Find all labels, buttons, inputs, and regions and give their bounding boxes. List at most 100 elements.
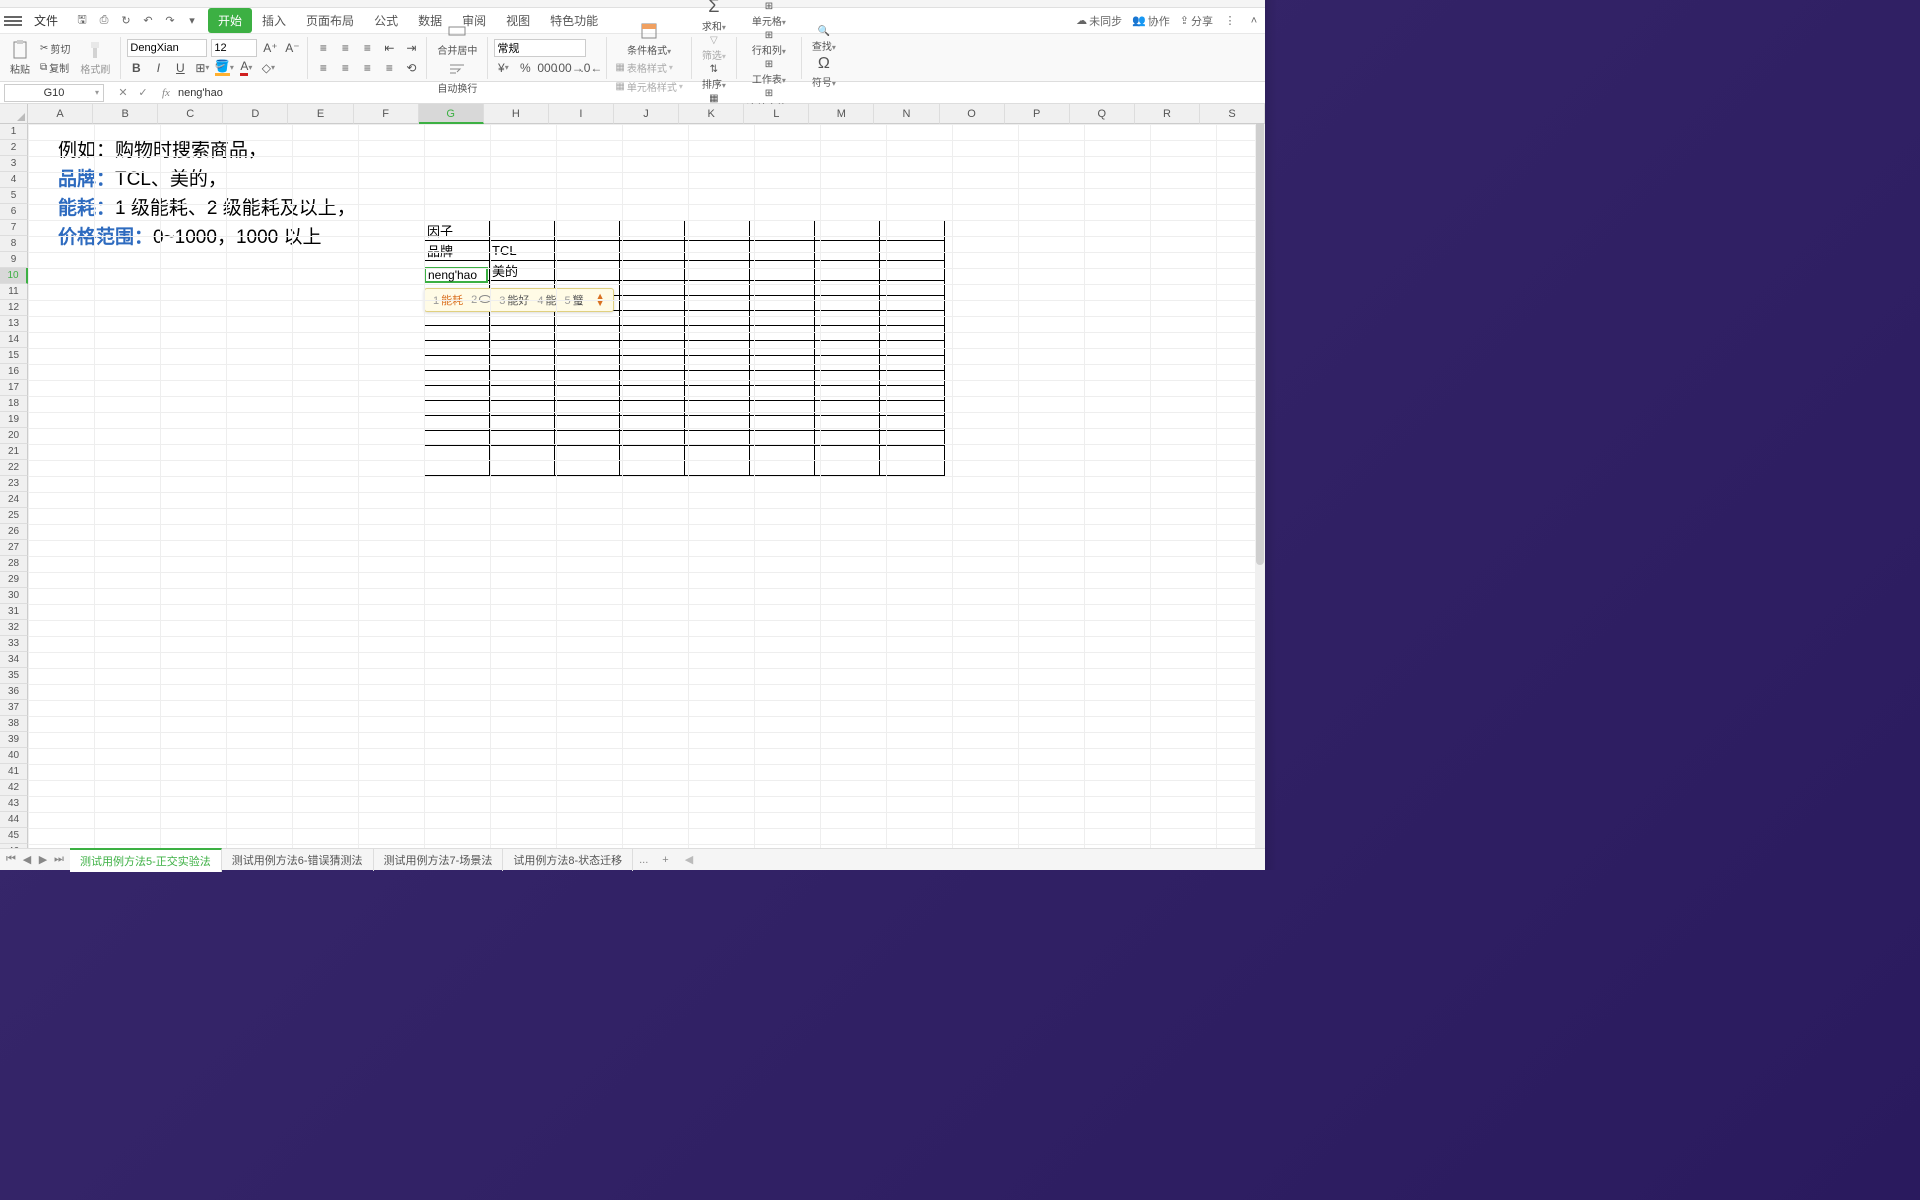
tab-view[interactable]: 视图	[496, 8, 540, 33]
column-header[interactable]: H	[484, 104, 549, 124]
row-header[interactable]: 41	[0, 764, 28, 780]
collab-button[interactable]: 👥协作	[1132, 13, 1170, 29]
cell-style-button[interactable]: ▦单元格样式▾	[613, 78, 684, 95]
row-header[interactable]: 7	[0, 220, 28, 236]
indent-decrease-icon[interactable]: ⇤	[380, 39, 398, 57]
number-format-select[interactable]	[494, 39, 586, 57]
row-header[interactable]: 32	[0, 620, 28, 636]
row-header[interactable]: 37	[0, 700, 28, 716]
row-header[interactable]: 14	[0, 332, 28, 348]
decrease-font-icon[interactable]: A⁻	[283, 39, 301, 57]
fx-icon[interactable]: fx	[158, 87, 174, 99]
column-header[interactable]: J	[614, 104, 679, 124]
formula-input[interactable]: neng'hao	[174, 87, 1265, 99]
row-headers[interactable]: 1234567891011121314151617181920212223242…	[0, 124, 28, 848]
fill-color-button[interactable]: 🪣▾	[215, 59, 233, 77]
row-header[interactable]: 16	[0, 364, 28, 380]
sheet-tab[interactable]: 测试用例方法6-错误猜测法	[222, 849, 374, 871]
row-header[interactable]: 4	[0, 172, 28, 188]
clear-format-button[interactable]: ◇▾	[259, 59, 277, 77]
row-header[interactable]: 44	[0, 812, 28, 828]
select-all-corner[interactable]	[0, 104, 28, 124]
orientation-icon[interactable]: ⟲	[402, 59, 420, 77]
row-header[interactable]: 3	[0, 156, 28, 172]
row-header[interactable]: 5	[0, 188, 28, 204]
filter-button[interactable]: ▽筛选▾	[698, 35, 730, 62]
sheet-tab[interactable]: 测试用例方法7-场景法	[374, 849, 504, 871]
copy-button[interactable]: ⧉复制	[38, 59, 72, 76]
border-button[interactable]: ⊞▾	[193, 59, 211, 77]
indent-increase-icon[interactable]: ⇥	[402, 39, 420, 57]
underline-button[interactable]: U	[171, 59, 189, 77]
tab-page-layout[interactable]: 页面布局	[296, 8, 364, 33]
tab-special[interactable]: 特色功能	[540, 8, 608, 33]
cut-button[interactable]: ✂剪切	[38, 40, 72, 57]
row-header[interactable]: 45	[0, 828, 28, 844]
undo-icon[interactable]: ↶	[140, 13, 156, 29]
row-header[interactable]: 12	[0, 300, 28, 316]
row-header[interactable]: 10	[0, 268, 28, 284]
row-header[interactable]: 46	[0, 844, 28, 848]
format-painter-button[interactable]: 格式刷	[76, 40, 114, 76]
column-header[interactable]: O	[940, 104, 1005, 124]
active-cell-editor[interactable]: neng'hao	[424, 267, 488, 283]
row-header[interactable]: 42	[0, 780, 28, 796]
row-header[interactable]: 19	[0, 412, 28, 428]
column-header[interactable]: Q	[1070, 104, 1135, 124]
column-header[interactable]: E	[288, 104, 353, 124]
sheet-nav-last-icon[interactable]: ⏭	[52, 853, 66, 866]
preview-icon[interactable]: ↻	[118, 13, 134, 29]
decrease-decimal-icon[interactable]: .0←	[582, 59, 600, 77]
cancel-edit-icon[interactable]: ✕	[116, 86, 130, 99]
align-justify-icon[interactable]: ≡	[380, 59, 398, 77]
collapse-ribbon-icon[interactable]: ˄	[1247, 15, 1261, 27]
column-header[interactable]: N	[874, 104, 939, 124]
row-header[interactable]: 2	[0, 140, 28, 156]
column-header[interactable]: C	[158, 104, 223, 124]
row-header[interactable]: 36	[0, 684, 28, 700]
row-header[interactable]: 39	[0, 732, 28, 748]
increase-decimal-icon[interactable]: .00→	[560, 59, 578, 77]
column-header[interactable]: F	[354, 104, 419, 124]
conditional-format-button[interactable]: 条件格式▾	[613, 21, 684, 57]
column-headers[interactable]: ABCDEFGHIJKLMNOPQRS	[28, 104, 1265, 124]
paste-button[interactable]: 粘贴	[6, 40, 34, 76]
row-header[interactable]: 15	[0, 348, 28, 364]
percent-icon[interactable]: %	[516, 59, 534, 77]
align-middle-icon[interactable]: ≡	[336, 39, 354, 57]
column-header[interactable]: B	[93, 104, 158, 124]
find-button[interactable]: 🔍查找▾	[808, 26, 840, 53]
row-header[interactable]: 20	[0, 428, 28, 444]
qat-dropdown-icon[interactable]: ▾	[184, 13, 200, 29]
spreadsheet-grid[interactable]: ABCDEFGHIJKLMNOPQRS 12345678910111213141…	[0, 104, 1265, 848]
align-bottom-icon[interactable]: ≡	[358, 39, 376, 57]
cells-area[interactable]: 例如：购物时搜索商品， 品牌：TCL、美的， 能耗：1 级能耗、2 级能耗及以上…	[28, 124, 1265, 848]
hscroll-left-icon[interactable]: ◀	[685, 853, 693, 866]
share-button[interactable]: ⇪分享	[1180, 13, 1213, 29]
vertical-scrollbar[interactable]	[1255, 104, 1265, 848]
table-style-button[interactable]: ▦表格样式▾	[613, 59, 684, 76]
text-box-overlay[interactable]: 例如：购物时搜索商品， 品牌：TCL、美的， 能耗：1 级能耗、2 级能耗及以上…	[58, 136, 356, 252]
row-header[interactable]: 35	[0, 668, 28, 684]
column-header[interactable]: K	[679, 104, 744, 124]
name-box[interactable]: G10	[4, 84, 104, 102]
row-header[interactable]: 43	[0, 796, 28, 812]
row-header[interactable]: 18	[0, 396, 28, 412]
row-header[interactable]: 24	[0, 492, 28, 508]
tab-insert[interactable]: 插入	[252, 8, 296, 33]
file-menu[interactable]: 文件	[26, 10, 66, 31]
more-icon[interactable]: ⋮	[1223, 14, 1237, 27]
rows-cols-button[interactable]: ⊞行和列▾	[743, 30, 795, 57]
row-header[interactable]: 25	[0, 508, 28, 524]
worksheet-button[interactable]: ⊞工作表▾	[743, 59, 795, 86]
add-sheet-button[interactable]: +	[654, 854, 676, 866]
column-header[interactable]: P	[1005, 104, 1070, 124]
tab-formula[interactable]: 公式	[364, 8, 408, 33]
column-header[interactable]: S	[1200, 104, 1265, 124]
row-header[interactable]: 29	[0, 572, 28, 588]
row-header[interactable]: 6	[0, 204, 28, 220]
column-header[interactable]: A	[28, 104, 93, 124]
redo-icon[interactable]: ↷	[162, 13, 178, 29]
row-header[interactable]: 27	[0, 540, 28, 556]
row-header[interactable]: 23	[0, 476, 28, 492]
